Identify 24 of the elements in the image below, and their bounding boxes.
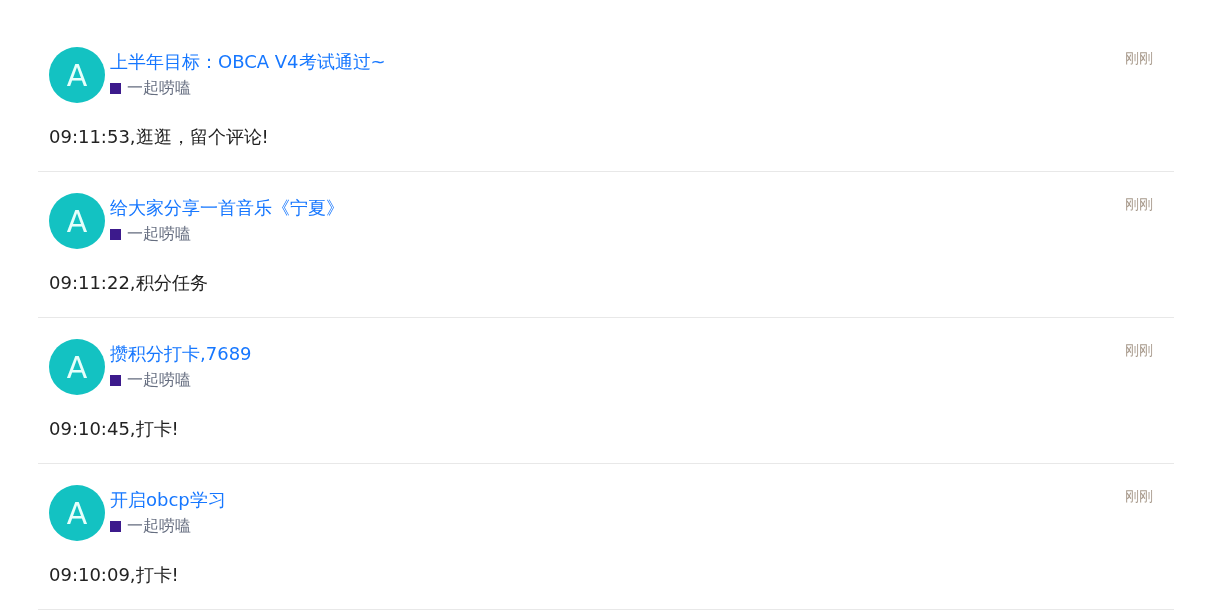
category-square-icon: [110, 375, 121, 386]
post-time: 刚刚: [1125, 342, 1153, 360]
post-title-link[interactable]: 开启obcp学习: [110, 487, 226, 513]
post-body: 09:11:22,积分任务: [49, 271, 209, 295]
post-time: 刚刚: [1125, 196, 1153, 214]
post-body: 09:10:09,打卡!: [49, 563, 180, 587]
avatar: A: [49, 193, 105, 249]
avatar: A: [49, 485, 105, 541]
category-label: 一起唠嗑: [127, 224, 191, 245]
category-label: 一起唠嗑: [127, 370, 191, 391]
avatar: A: [49, 339, 105, 395]
post-time: 刚刚: [1125, 488, 1153, 506]
post-body: 09:10:45,打卡!: [49, 417, 180, 441]
category-label: 一起唠嗑: [127, 78, 191, 99]
category-square-icon: [110, 229, 121, 240]
post-title-link[interactable]: 攒积分打卡,7689: [110, 341, 252, 367]
category-label: 一起唠嗑: [127, 516, 191, 537]
post-title-link[interactable]: 给大家分享一首音乐《宁夏》: [110, 195, 344, 221]
category-square-icon: [110, 521, 121, 532]
avatar: A: [49, 47, 105, 103]
category-square-icon: [110, 83, 121, 94]
post-time: 刚刚: [1125, 50, 1153, 68]
post-body: 09:11:53,逛逛，留个评论!: [49, 125, 270, 149]
post-title-link[interactable]: 上半年目标：OBCA V4考试通过~: [110, 49, 386, 75]
